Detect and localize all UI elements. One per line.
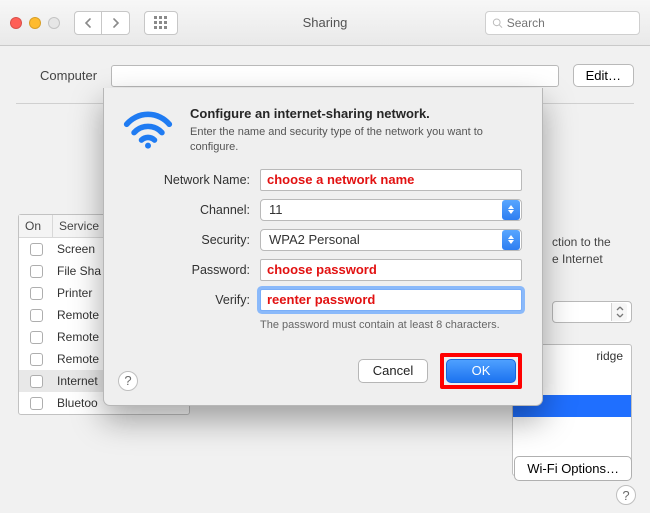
sheet-help-button[interactable]: ? <box>118 371 138 391</box>
verify-input[interactable] <box>260 289 522 311</box>
stepper-icon <box>502 200 520 220</box>
forward-button[interactable] <box>102 11 130 35</box>
security-value: WPA2 Personal <box>261 232 502 247</box>
edit-computer-name-button[interactable]: Edit… <box>573 64 634 87</box>
right-text-2: e Internet <box>552 251 632 268</box>
cancel-button[interactable]: Cancel <box>358 359 428 383</box>
service-checkbox[interactable] <box>19 375 53 388</box>
service-checkbox[interactable] <box>19 287 53 300</box>
chevron-up-down-icon <box>611 303 627 321</box>
stepper-icon <box>502 230 520 250</box>
ok-button-highlight: OK <box>440 353 522 389</box>
service-checkbox[interactable] <box>19 331 53 344</box>
network-name-label: Network Name: <box>122 173 250 187</box>
back-button[interactable] <box>74 11 102 35</box>
sheet-title: Configure an internet-sharing network. <box>190 106 500 121</box>
right-text-1: ction to the <box>552 234 632 251</box>
password-hint: The password must contain at least 8 cha… <box>260 319 522 331</box>
sheet-form: Network Name: Channel: 11 Securi <box>122 169 522 331</box>
service-checkbox[interactable] <box>19 265 53 278</box>
channel-select[interactable]: 11 <box>260 199 522 221</box>
service-checkbox[interactable] <box>19 397 53 410</box>
chevron-left-icon <box>84 18 92 28</box>
network-name-input[interactable] <box>260 169 522 191</box>
channel-value: 11 <box>261 202 502 217</box>
close-window-button[interactable] <box>10 17 22 29</box>
grid-icon <box>154 16 168 30</box>
services-header-service: Service <box>53 215 105 237</box>
channel-label: Channel: <box>122 203 250 217</box>
share-from-select[interactable] <box>552 301 632 323</box>
chevron-right-icon <box>112 18 120 28</box>
wifi-icon <box>122 106 174 150</box>
computer-name-label: Computer <box>40 68 97 83</box>
security-select[interactable]: WPA2 Personal <box>260 229 522 251</box>
internet-sharing-sheet: Configure an internet-sharing network. E… <box>103 88 543 406</box>
minimize-window-button[interactable] <box>29 17 41 29</box>
ok-button[interactable]: OK <box>446 359 516 383</box>
security-label: Security: <box>122 233 250 247</box>
help-button[interactable]: ? <box>616 485 636 505</box>
sharing-pane: Computer Edit… On Service ScreenFile Sha… <box>0 46 650 513</box>
zoom-window-button[interactable] <box>48 17 60 29</box>
search-field[interactable] <box>485 11 640 35</box>
wifi-options-button[interactable]: Wi-Fi Options… <box>514 456 632 481</box>
service-checkbox[interactable] <box>19 309 53 322</box>
verify-label: Verify: <box>122 293 250 307</box>
service-checkbox[interactable] <box>19 243 53 256</box>
window-titlebar: Sharing <box>0 0 650 46</box>
traffic-lights <box>10 17 60 29</box>
search-icon <box>492 17 503 29</box>
search-input[interactable] <box>507 16 633 30</box>
computer-name-value <box>111 65 559 87</box>
sheet-subtitle: Enter the name and security type of the … <box>190 125 500 155</box>
services-header-on: On <box>19 215 53 237</box>
password-input[interactable] <box>260 259 522 281</box>
nav-buttons <box>74 11 130 35</box>
service-checkbox[interactable] <box>19 353 53 366</box>
show-all-button[interactable] <box>144 11 178 35</box>
right-panel-text: ction to the e Internet <box>552 234 632 268</box>
password-label: Password: <box>122 263 250 277</box>
